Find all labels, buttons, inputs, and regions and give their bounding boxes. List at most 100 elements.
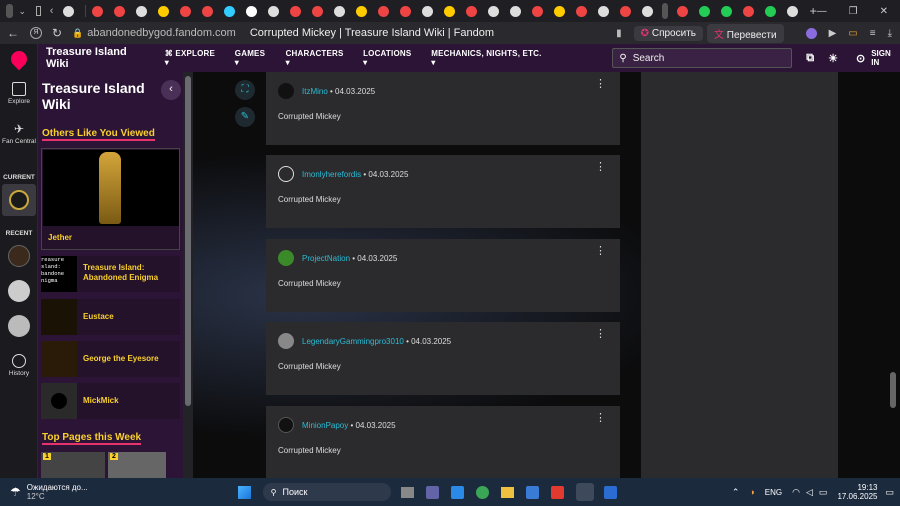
alice-icon[interactable]	[805, 27, 817, 39]
more-options-icon[interactable]: ⋮	[595, 413, 606, 424]
avatar[interactable]	[278, 83, 294, 99]
tab-favicon[interactable]	[201, 5, 213, 17]
play-circle-icon[interactable]: ▶	[829, 28, 837, 39]
recent-wiki-avatar[interactable]	[8, 245, 30, 267]
tab-favicon[interactable]	[531, 5, 543, 17]
tab-lightning-icon[interactable]	[333, 5, 345, 17]
close-icon[interactable]: ✕	[880, 6, 888, 17]
sidebar-item[interactable]: George the Eyesore	[41, 341, 180, 377]
back-icon[interactable]: ‹	[50, 5, 54, 17]
sidebar-item[interactable]: Eustace	[41, 299, 180, 335]
tab-favicon[interactable]	[787, 5, 799, 17]
recent-wiki-avatar[interactable]	[8, 315, 30, 337]
tab-favicon[interactable]	[721, 5, 733, 17]
comment-author[interactable]: LegendaryGammingpro3010	[302, 337, 404, 346]
tab-google-icon[interactable]	[135, 5, 147, 17]
page-scrollbar-thumb[interactable]	[890, 372, 896, 408]
comment-author[interactable]: ProjectNation	[302, 254, 350, 263]
tab-overview-icon[interactable]	[6, 4, 14, 18]
sidebar-scrollbar[interactable]	[183, 72, 193, 478]
language-indicator[interactable]: ENG	[765, 488, 782, 497]
weather-widget[interactable]: Ожидаются до... 12°C	[27, 483, 88, 501]
reload-icon[interactable]: ↻	[48, 26, 66, 40]
avatar[interactable]	[278, 166, 294, 182]
collapse-sidebar-button[interactable]: ‹	[161, 80, 181, 100]
clock[interactable]: 19:13 17.06.2025	[837, 483, 877, 501]
tab-lightning-icon[interactable]	[267, 5, 279, 17]
start-button[interactable]	[237, 485, 251, 499]
yandex-app-icon[interactable]	[550, 485, 564, 499]
tab-favicon[interactable]	[91, 5, 103, 17]
back-arrow-icon[interactable]: ←	[4, 26, 22, 40]
more-options-icon[interactable]: ⋮	[595, 162, 606, 173]
tab-favicon[interactable]	[399, 5, 411, 17]
ask-button[interactable]: ✪ Спросить	[633, 25, 703, 41]
mail-icon[interactable]	[450, 485, 464, 499]
battery-icon[interactable]: ▭	[819, 487, 828, 498]
bookmark-icon[interactable]: ▮	[616, 28, 622, 39]
featured-card[interactable]: Jether	[41, 148, 180, 250]
activity-icon[interactable]: ⧉	[806, 52, 814, 65]
search-box[interactable]: ⚲ Search	[612, 48, 793, 68]
top-page-card[interactable]: 2	[108, 452, 166, 478]
tab-favicon[interactable]	[113, 5, 125, 17]
tab-favicon[interactable]	[465, 5, 477, 17]
tab-favicon[interactable]	[289, 5, 301, 17]
tab-play-icon[interactable]	[553, 5, 565, 17]
characters-menu[interactable]: CHARACTERS ▾	[286, 49, 349, 67]
theme-toggle-icon[interactable]: ☀	[828, 52, 838, 65]
avatar[interactable]	[278, 417, 294, 433]
tray-app-icon[interactable]: ◑	[749, 487, 754, 497]
wifi-icon[interactable]: ◠	[792, 487, 800, 498]
history-nav[interactable]: History	[0, 354, 38, 377]
edit-pencil-icon[interactable]: ✎	[235, 107, 255, 127]
comment-author[interactable]: ItzMino	[302, 87, 328, 96]
user-icon[interactable]: ⊙	[856, 52, 865, 65]
more-options-icon[interactable]: ⋮	[595, 246, 606, 257]
volume-icon[interactable]: ◁	[806, 487, 813, 498]
tab-play-icon[interactable]	[443, 5, 455, 17]
sign-in-link[interactable]: SIGN IN	[871, 49, 900, 67]
tab-favicon[interactable]	[765, 5, 777, 17]
active-tab[interactable]	[662, 3, 668, 19]
current-wiki-item[interactable]	[2, 184, 36, 216]
tab-favicon[interactable]	[619, 5, 631, 17]
tab-favicon[interactable]	[677, 5, 689, 17]
more-options-icon[interactable]: ⋮	[595, 79, 606, 90]
tab-favicon[interactable]	[179, 5, 191, 17]
tab-play-icon[interactable]	[157, 5, 169, 17]
battery-icon[interactable]: ▭	[848, 28, 857, 39]
tab-lightning-icon[interactable]	[487, 5, 499, 17]
new-page-icon[interactable]	[36, 6, 41, 16]
address-url[interactable]: abandonedbygod.fandom.com	[87, 27, 236, 39]
tab-favicon[interactable]	[743, 5, 755, 17]
store-icon[interactable]	[525, 485, 539, 499]
notifications-icon[interactable]: ▭	[885, 487, 894, 498]
explorer-icon[interactable]	[500, 486, 514, 498]
explore-menu[interactable]: ⌘ EXPLORE ▾	[165, 49, 220, 67]
locations-menu[interactable]: LOCATIONS ▾	[363, 49, 416, 67]
fullscreen-icon[interactable]: ⛶	[235, 80, 255, 100]
tab-favicon[interactable]	[377, 5, 389, 17]
tab-favicon[interactable]	[223, 5, 235, 17]
sidebar-item[interactable]: MickMick	[41, 383, 180, 419]
mechanics-menu[interactable]: MECHANICS, NIGHTS, ETC. ▾	[431, 49, 544, 67]
task-view-icon[interactable]	[400, 486, 414, 498]
comment-author[interactable]: Imonlyherefordis	[302, 170, 361, 179]
fandom-logo-icon[interactable]	[7, 47, 31, 71]
app-icon[interactable]	[603, 485, 617, 499]
teams-icon[interactable]	[425, 485, 439, 499]
tab-list-chevron-icon[interactable]: ⌄	[18, 6, 26, 17]
weather-icon[interactable]: ☂	[10, 485, 21, 499]
sidebar-item[interactable]: reasure sland: bandone nigma Treasure Is…	[41, 256, 180, 292]
top-page-card[interactable]: 1	[41, 452, 105, 478]
tab-favicon[interactable]	[245, 5, 257, 17]
minimize-icon[interactable]: —	[817, 6, 827, 17]
tray-chevron-icon[interactable]: ⌃	[732, 487, 740, 498]
yandex-browser-icon[interactable]	[575, 483, 594, 501]
restore-icon[interactable]: ❐	[849, 6, 858, 17]
tab-google-icon[interactable]	[62, 5, 74, 17]
edge-icon[interactable]	[475, 485, 489, 499]
download-icon[interactable]: ⤓	[888, 28, 892, 39]
wiki-title[interactable]: Treasure Island Wiki	[42, 80, 152, 112]
